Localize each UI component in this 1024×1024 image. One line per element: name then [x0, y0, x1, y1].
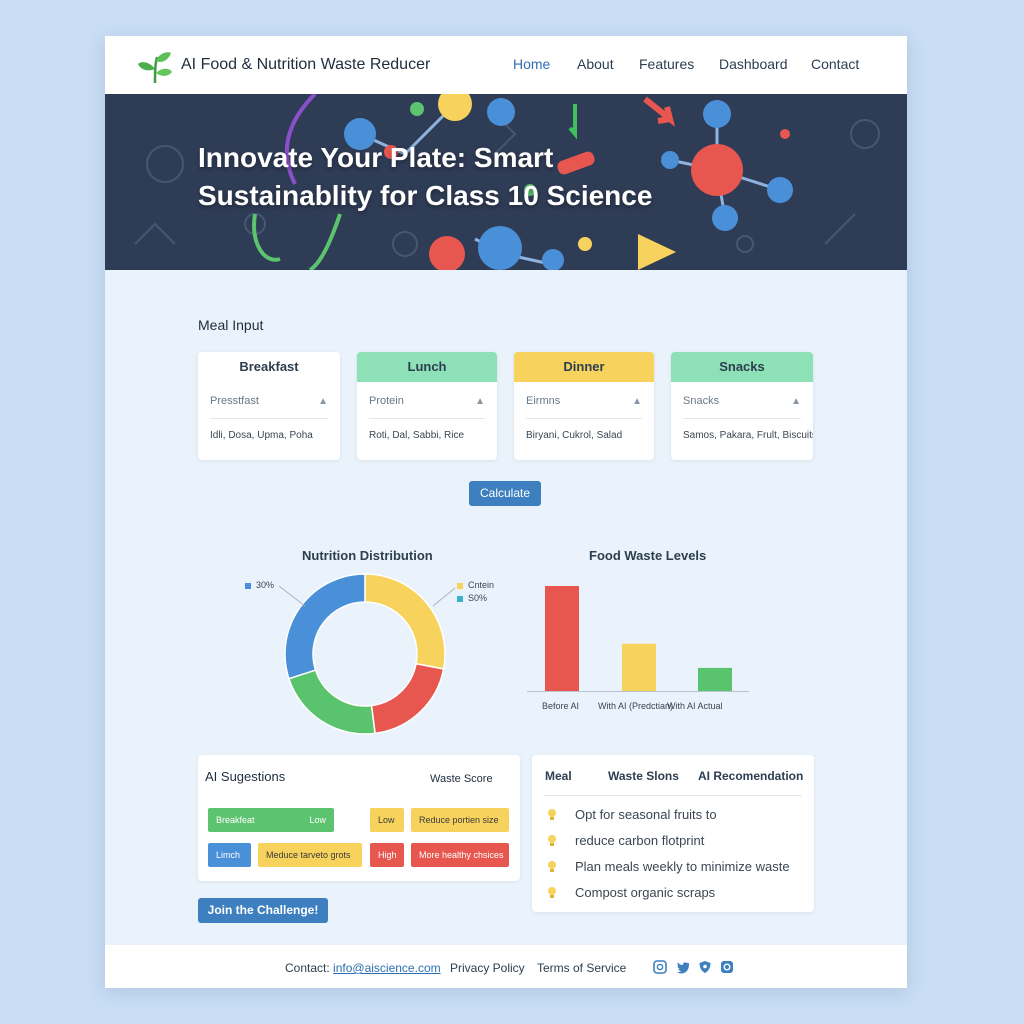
page: AI Food & Nutrition Waste Reducer Home A…	[105, 36, 907, 988]
chevron-up-icon: ▲	[791, 396, 801, 407]
meal-card-header: Snacks	[671, 352, 813, 382]
chip-label: Breakfeat	[216, 815, 255, 825]
waste-chart-title: Food Waste Levels	[589, 548, 707, 563]
score-badge-high: High	[370, 843, 404, 867]
meal-input-title: Meal Input	[198, 317, 264, 333]
nav-contact[interactable]: Contact	[811, 56, 859, 72]
meal-category-select[interactable]: Eirmns ▲	[526, 388, 642, 419]
legend-leader-lines	[278, 585, 456, 607]
lightbulb-icon	[548, 809, 556, 820]
select-value: Snacks	[683, 395, 720, 407]
suggestions-title: AI Sugestions	[205, 769, 286, 784]
privacy-policy-link[interactable]: Privacy Policy	[450, 961, 525, 975]
recommendation-text: reduce carbon flotprint	[575, 833, 705, 848]
hero-banner: Innovate Your Plate: Smart Sustainablity…	[105, 94, 907, 270]
meal-foods-list: Roti, Dal, Sabbi, Rice	[369, 430, 465, 441]
meal-foods-list: Samos, Pakara, Frult, Biscuits	[683, 430, 813, 441]
nav-about[interactable]: About	[577, 56, 614, 72]
legend-swatch	[245, 582, 251, 589]
chip-level: Low	[309, 815, 326, 825]
select-value: Protein	[369, 395, 404, 407]
lightbulb-icon	[548, 835, 556, 846]
rec-header-recommendation: AI Recomendation	[698, 769, 804, 783]
recommendation-text: Plan meals weekly to minimize waste	[575, 859, 790, 874]
terms-of-service-link[interactable]: Terms of Service	[537, 961, 626, 975]
contact-label: Contact:	[285, 961, 330, 975]
instagram-icon[interactable]	[653, 960, 667, 974]
join-challenge-button[interactable]: Join the Challenge!	[198, 898, 328, 923]
bar	[545, 586, 579, 691]
suggestion-chip[interactable]: Meduce tarveto grots	[258, 843, 362, 867]
leaf-logo-icon	[138, 52, 172, 84]
suggestion-meal-lunch[interactable]: Limch	[208, 843, 251, 867]
action-chip[interactable]: Reduce portien size	[411, 808, 509, 832]
twitter-icon[interactable]	[676, 960, 690, 974]
select-value: Presstfast	[210, 395, 259, 407]
nutrition-chart-title: Nutrition Distribution	[302, 548, 433, 563]
app-title: AI Food & Nutrition Waste Reducer	[181, 56, 431, 73]
chevron-up-icon: ▲	[318, 396, 328, 407]
waste-score-label: Waste Score	[430, 773, 493, 785]
site-footer: Contact: info@aiscience.com Privacy Poli…	[105, 945, 907, 988]
bar	[698, 667, 732, 691]
calculate-button[interactable]: Calculate	[469, 481, 541, 506]
waste-bar-chart	[527, 586, 749, 692]
donut-slice	[370, 662, 445, 735]
bar	[622, 643, 656, 691]
donut-slice	[287, 669, 376, 735]
chevron-up-icon: ▲	[632, 396, 642, 407]
nav-home[interactable]: Home	[513, 56, 550, 72]
divider	[544, 795, 802, 796]
nav-features[interactable]: Features	[639, 56, 694, 72]
meal-card-dinner: Dinner Eirmns ▲ Biryani, Cukrol, Salad	[514, 352, 654, 460]
rec-header-meal: Meal	[545, 769, 572, 783]
meal-category-select[interactable]: Snacks ▲	[683, 388, 801, 419]
lightbulb-icon	[548, 861, 556, 872]
meal-card-header: Lunch	[357, 352, 497, 382]
bar-tick-label: With AI (Predctian)	[598, 701, 674, 711]
meal-card-header: Dinner	[514, 352, 654, 382]
meal-card-lunch: Lunch Protein ▲ Roti, Dal, Sabbi, Rice	[357, 352, 497, 460]
rec-header-waste: Waste Slons	[608, 769, 679, 783]
meal-category-select[interactable]: Protein ▲	[369, 388, 485, 419]
suggestion-meal-breakfast[interactable]: Breakfeat Low	[208, 808, 334, 832]
chevron-up-icon: ▲	[475, 396, 485, 407]
camera-icon[interactable]	[720, 960, 734, 974]
bar-tick-label: With AI Actual	[667, 701, 723, 711]
meal-card-snacks: Snacks Snacks ▲ Samos, Pakara, Frult, Biscu…	[671, 352, 813, 460]
ai-suggestions-panel: AI Sugestions Waste Score Breakfeat Low …	[198, 755, 520, 881]
legend-label: S0%	[468, 593, 488, 603]
meal-category-select[interactable]: Presstfast ▲	[210, 388, 328, 419]
meal-card-header: Breakfast	[198, 352, 340, 382]
legend-label: 30%	[256, 580, 275, 590]
meal-foods-list: Biryani, Cukrol, Salad	[526, 430, 623, 441]
legend-item: 30%	[245, 580, 274, 590]
meal-foods-list: Idli, Dosa, Upma, Poha	[210, 430, 313, 441]
select-value: Eirmns	[526, 395, 561, 407]
hero-title: Innovate Your Plate: Smart Sustainablity…	[198, 142, 653, 211]
nav-dashboard[interactable]: Dashboard	[719, 56, 788, 72]
action-chip[interactable]: More healthy chsices	[411, 843, 509, 867]
recommendation-text: Compost organic scraps	[575, 885, 716, 900]
meal-card-breakfast: Breakfast Presstfast ▲ Idli, Dosa, Upma, Po…	[198, 352, 340, 460]
legend-label: Cntein	[468, 580, 495, 590]
bar-tick-label: Before AI	[542, 701, 580, 711]
lightbulb-icon	[548, 887, 556, 898]
footer-contact: Contact: info@aiscience.com	[285, 961, 441, 975]
site-header: AI Food & Nutrition Waste Reducer Home A…	[105, 36, 907, 94]
score-badge-low: Low	[370, 808, 404, 832]
recommendation-text: Opt for seasonal fruits to	[575, 807, 717, 822]
contact-email-link[interactable]: info@aiscience.com	[333, 961, 441, 975]
shield-icon[interactable]	[698, 960, 712, 974]
